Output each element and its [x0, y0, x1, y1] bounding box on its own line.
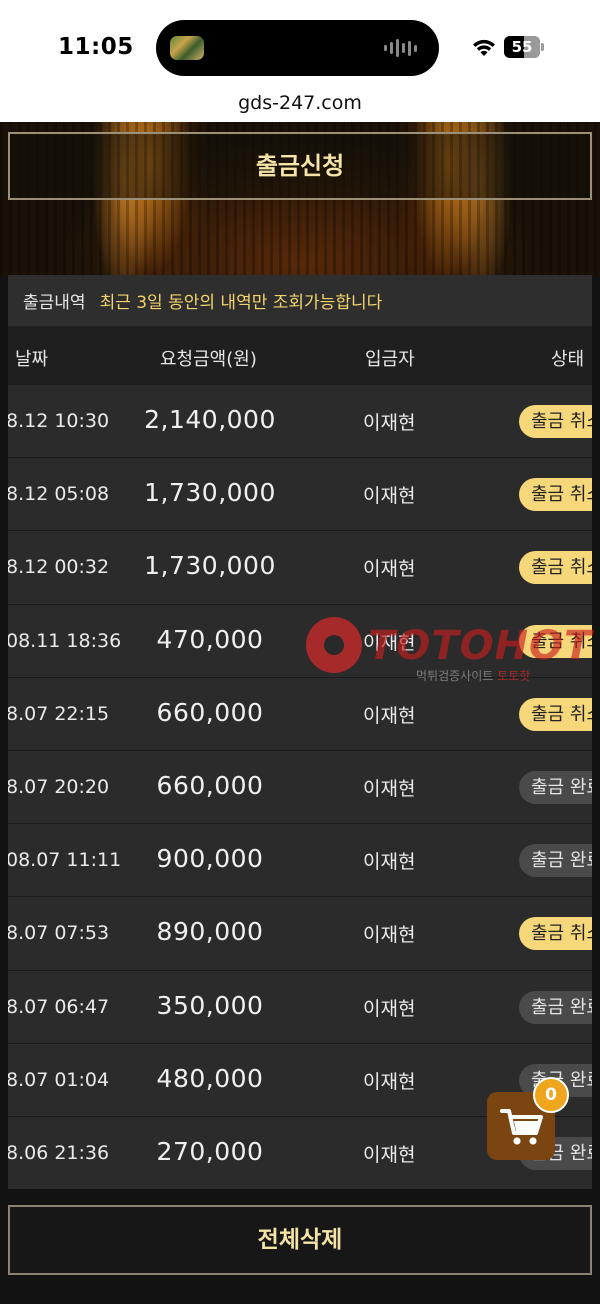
table-row: 8.07 20:20660,000이재현출금 완료 [8, 750, 592, 825]
history-title: 출금내역 [23, 293, 86, 313]
row-depositor: 이재현 [363, 1143, 416, 1166]
row-amount: 890,000 [156, 917, 264, 947]
row-depositor: 이재현 [363, 558, 416, 581]
row-status-badge: 출금 취소 [519, 917, 592, 951]
table-header: 날짜 요청금액(원) 입금자 상태 [8, 327, 592, 385]
row-depositor: 이재현 [363, 1070, 416, 1093]
row-depositor: 이재현 [363, 777, 416, 800]
shopping-cart-icon [500, 1109, 543, 1145]
battery-icon: 55 [504, 36, 540, 58]
row-status-badge: 출금 완료 [519, 990, 592, 1024]
row-amount: 470,000 [156, 624, 264, 654]
row-status-badge: 출금 취소 [519, 478, 592, 512]
withdraw-request-button[interactable]: 출금신청 [8, 132, 592, 200]
table-row: 8.12 05:081,730,000이재현출금 취소 [8, 458, 592, 532]
col-depositor: 입금자 [365, 349, 415, 370]
status-bar: 11:05 55 [0, 0, 600, 92]
row-status-badge: 출금 취소 [519, 405, 592, 438]
audio-waveform-icon [384, 39, 417, 57]
row-amount: 2,140,000 [144, 405, 276, 434]
table-row: 8.07 22:15660,000이재현출금 취소 [8, 677, 592, 751]
row-amount: 270,000 [156, 1136, 264, 1166]
col-date: 날짜 [15, 349, 49, 370]
col-amount: 요청금액(원) [160, 349, 257, 370]
withdrawal-history-panel: 출금내역 최근 3일 동안의 내역만 조회가능합니다 날짜 요청금액(원) 입금… [8, 275, 592, 1189]
now-playing-artwork [170, 36, 204, 60]
row-depositor: 이재현 [363, 631, 416, 654]
row-status-badge: 출금 완료 [519, 844, 592, 878]
row-amount: 660,000 [156, 697, 264, 727]
wifi-icon [473, 39, 495, 56]
table-row: 8.07 07:53890,000이재현출금 취소 [8, 897, 592, 971]
row-amount: 660,000 [156, 770, 264, 800]
row-amount: 350,000 [156, 990, 264, 1020]
history-note: 최근 3일 동안의 내역만 조회가능합니다 [99, 293, 383, 313]
dynamic-island [156, 20, 439, 76]
row-status-badge: 출금 취소 [519, 624, 592, 658]
row-depositor: 이재현 [363, 851, 416, 874]
row-amount: 900,000 [156, 844, 264, 874]
battery-level: 55 [511, 38, 533, 56]
table-row: 08.11 18:36470,000이재현출금 취소 [8, 604, 592, 678]
row-depositor: 이재현 [363, 997, 416, 1020]
cart-count-badge: 0 [533, 1077, 569, 1113]
table-row: 08.07 11:11900,000이재현출금 완료 [8, 824, 592, 898]
table-row: 8.07 06:47350,000이재현출금 완료 [8, 970, 592, 1044]
status-time: 11:05 [58, 34, 134, 60]
row-status-badge: 출금 취소 [519, 551, 592, 585]
row-amount: 1,730,000 [144, 551, 276, 581]
row-amount: 1,730,000 [144, 478, 276, 508]
row-status-badge: 출금 취소 [519, 697, 592, 731]
row-depositor: 이재현 [363, 412, 416, 434]
delete-all-button[interactable]: 전체삭제 [8, 1205, 592, 1275]
row-status-badge: 출금 완료 [519, 770, 592, 804]
row-depositor: 이재현 [363, 704, 416, 727]
row-depositor: 이재현 [363, 485, 416, 508]
table-row: 8.12 00:321,730,000이재현출금 취소 [8, 531, 592, 605]
table-row: 8.12 10:302,140,000이재현출금 취소 [8, 385, 592, 459]
col-status: 상태 [551, 349, 585, 370]
history-header: 출금내역 최근 3일 동안의 내역만 조회가능합니다 [8, 275, 592, 327]
url-bar[interactable]: gds-247.com [0, 92, 600, 122]
row-amount: 480,000 [156, 1063, 264, 1093]
row-depositor: 이재현 [363, 924, 416, 947]
history-table-body: 8.12 10:302,140,000이재현출금 취소8.12 05:081,7… [8, 385, 592, 1189]
battery-nub [541, 43, 544, 51]
